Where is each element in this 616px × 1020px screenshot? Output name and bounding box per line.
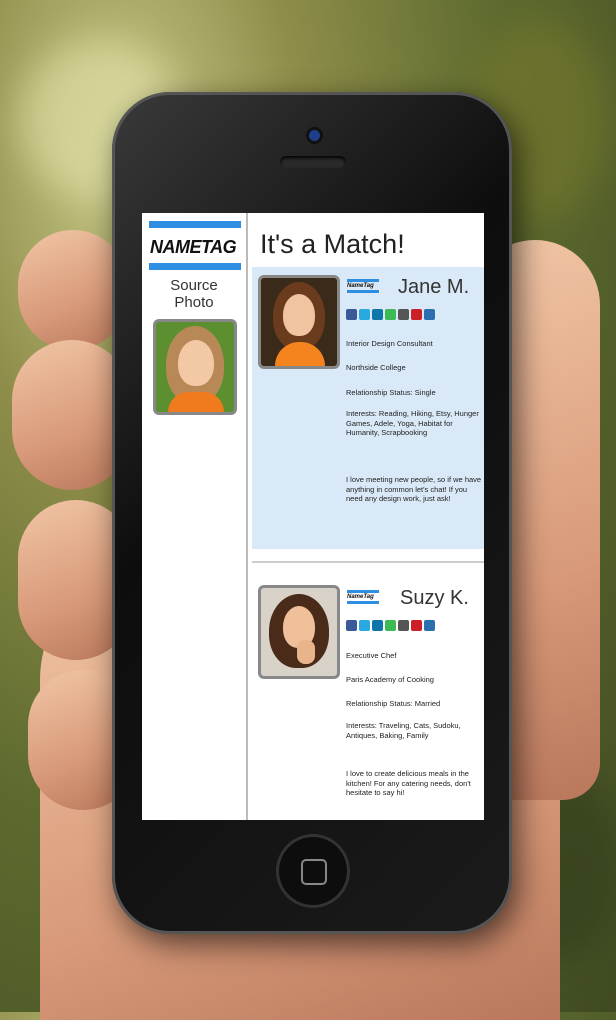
match-title: It's a Match! bbox=[260, 229, 405, 259]
tumblr-icon[interactable] bbox=[424, 620, 435, 631]
school-jane: Northside College bbox=[346, 363, 406, 372]
hand-on-chin bbox=[297, 640, 315, 664]
pinterest-icon[interactable] bbox=[411, 309, 422, 320]
match-photo-jane[interactable] bbox=[258, 275, 340, 369]
linkedin-icon[interactable] bbox=[372, 309, 383, 320]
match-photo-suzy[interactable] bbox=[258, 585, 340, 679]
social-icons-suzy bbox=[346, 620, 435, 631]
status-jane: Relationship Status: Single bbox=[346, 388, 436, 397]
interests-suzy: Interests: Traveling, Cats, Sudoku, Anti… bbox=[346, 721, 461, 740]
job-jane: Interior Design Consultant bbox=[346, 339, 433, 348]
bio-suzy: I love to create delicious meals in the … bbox=[346, 769, 471, 797]
twitter-icon[interactable] bbox=[359, 309, 370, 320]
logo-bar-top bbox=[149, 221, 241, 228]
match-name-suzy: Suzy K. bbox=[400, 587, 469, 609]
orange-scarf bbox=[275, 342, 325, 366]
nametag-logo: NAMETAG bbox=[150, 237, 237, 257]
myspace-icon[interactable] bbox=[398, 309, 409, 320]
home-square-icon bbox=[301, 859, 327, 885]
source-panel: NAMETAG Source Photo bbox=[142, 213, 248, 820]
source-photo[interactable] bbox=[153, 319, 237, 415]
facebook-icon[interactable] bbox=[346, 309, 357, 320]
orange-scarf bbox=[168, 392, 224, 412]
myspace-icon[interactable] bbox=[398, 620, 409, 631]
face bbox=[283, 294, 315, 336]
mini-logo: NameTag bbox=[347, 279, 379, 293]
google-icon[interactable] bbox=[385, 620, 396, 631]
facebook-icon[interactable] bbox=[346, 620, 357, 631]
face bbox=[178, 340, 214, 386]
app-screen: NAMETAG Source Photo It's a Match! NameT… bbox=[142, 213, 484, 820]
google-icon[interactable] bbox=[385, 309, 396, 320]
match-name-jane: Jane M. bbox=[398, 276, 470, 298]
card-divider bbox=[252, 561, 484, 563]
pinterest-icon[interactable] bbox=[411, 620, 422, 631]
school-suzy: Paris Academy of Cooking bbox=[346, 675, 434, 684]
interests-jane: Interests: Reading, Hiking, Etsy, Hunger… bbox=[346, 409, 479, 437]
logo-bar-bottom bbox=[149, 263, 241, 270]
status-suzy: Relationship Status: Married bbox=[346, 699, 441, 708]
job-suzy: Executive Chef bbox=[346, 651, 397, 660]
source-label-2: Photo bbox=[174, 294, 214, 311]
twitter-icon[interactable] bbox=[359, 620, 370, 631]
camera-icon bbox=[309, 130, 320, 141]
speaker-grille bbox=[280, 156, 346, 168]
social-icons-jane bbox=[346, 309, 435, 320]
linkedin-icon[interactable] bbox=[372, 620, 383, 631]
tumblr-icon[interactable] bbox=[424, 309, 435, 320]
source-label-1: Source bbox=[170, 277, 218, 294]
bio-jane: I love meeting new people, so if we have… bbox=[346, 475, 482, 503]
home-button[interactable] bbox=[276, 834, 350, 908]
mini-logo: NameTag bbox=[347, 590, 379, 604]
